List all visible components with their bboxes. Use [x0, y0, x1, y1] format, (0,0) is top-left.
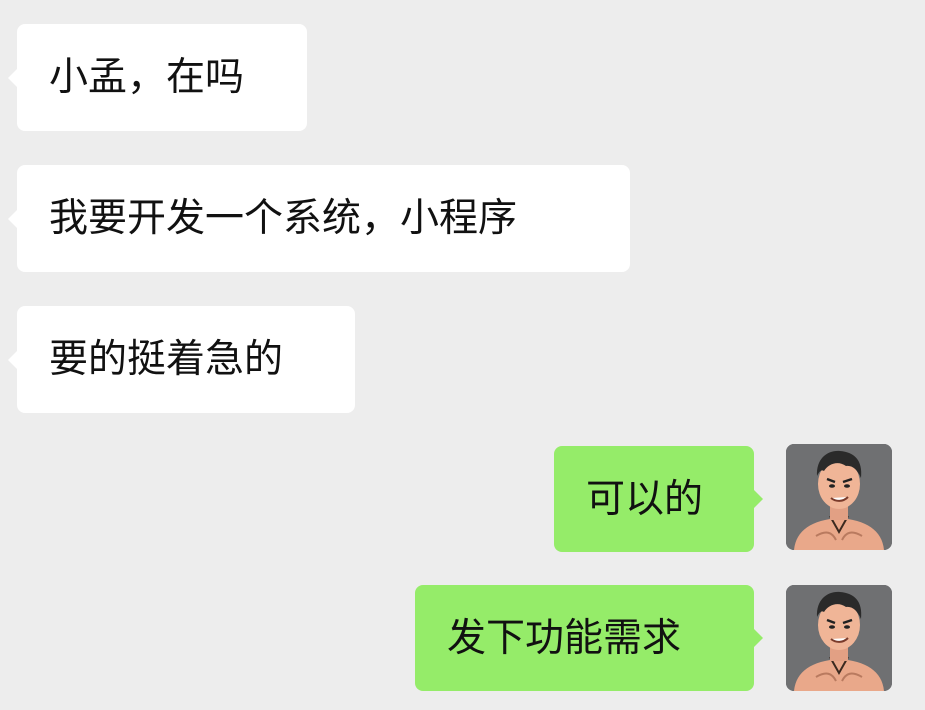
avatar-icon[interactable] — [786, 444, 892, 550]
incoming-message-bubble[interactable]: 要的挺着急的 — [8, 306, 355, 413]
chat-message-list: 小孟，在吗 我要开发一个系统，小程序 要的挺着急的 可以的 发下功能需求 — [0, 0, 925, 710]
outgoing-message-bubble[interactable]: 可以的 — [554, 446, 763, 552]
message-text: 发下功能需求 — [447, 615, 682, 661]
bubble-tail — [8, 208, 18, 229]
outgoing-message-bubble[interactable]: 发下功能需求 — [415, 585, 763, 691]
message-text: 我要开发一个系统，小程序 — [49, 196, 518, 241]
avatar-icon[interactable] — [786, 585, 892, 691]
bubble-tail — [753, 628, 763, 648]
bubble-tail — [753, 489, 763, 509]
incoming-message-bubble[interactable]: 我要开发一个系统，小程序 — [8, 165, 630, 272]
cartoon-man-avatar-icon — [786, 585, 892, 691]
cartoon-man-avatar-icon — [786, 444, 892, 550]
bubble-tail — [8, 67, 18, 88]
message-text: 小孟，在吗 — [49, 55, 245, 100]
message-text: 可以的 — [586, 476, 704, 522]
bubble-tail — [8, 349, 18, 370]
incoming-message-bubble[interactable]: 小孟，在吗 — [8, 24, 307, 131]
message-text: 要的挺着急的 — [49, 337, 284, 382]
